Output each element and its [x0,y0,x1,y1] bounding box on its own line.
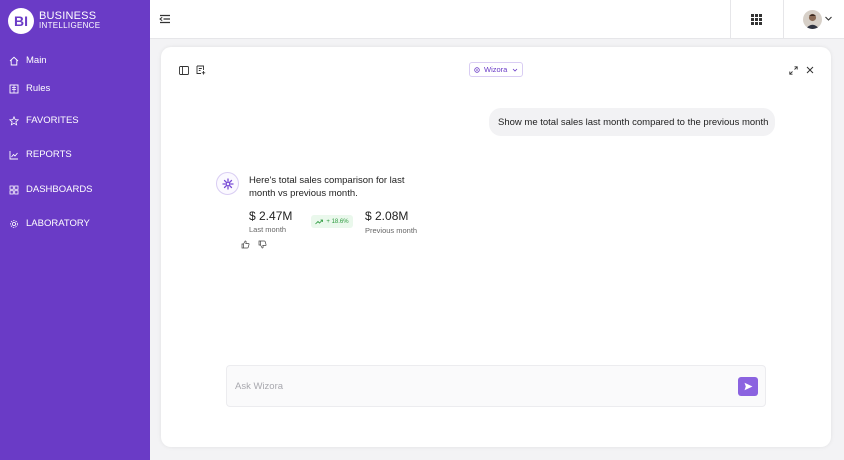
menu-collapse-icon[interactable] [159,13,171,25]
brand-name: BUSINESS [39,10,97,22]
brand-logo: BI [8,8,34,34]
assistant-avatar [216,172,239,195]
sidebar-item-label: Main [26,55,47,66]
topbar [150,0,844,39]
change-value: + 18.6% [326,218,349,225]
assistant-name: Wizora [484,65,508,74]
sidebar-item-rules[interactable]: Rules [9,83,50,94]
sidebar-item-label: LABORATORY [26,218,90,229]
metric-current-label: Last month [249,225,287,234]
sidebar-item-laboratory[interactable]: LABORATORY [9,218,90,229]
chat-input-box [226,365,766,407]
metric-current-value: $ 2.47M [249,209,293,223]
sidebar-panel-icon[interactable] [179,66,189,75]
assistant-icon [474,66,480,73]
sidebar-item-dashboards[interactable]: DASHBOARDS [9,184,93,195]
gear-icon [10,219,18,228]
sidebar-item-label: DASHBOARDS [26,184,93,195]
sidebar-item-favorites[interactable]: FAVORITES [9,115,79,126]
new-chat-icon[interactable] [196,65,206,75]
close-icon[interactable] [806,66,814,74]
grid-icon [9,185,19,194]
metric-previous-value: $ 2.08M [365,209,409,223]
brand-subtitle: INTELLIGENCE [39,21,101,30]
avatar[interactable] [803,10,822,29]
metric-previous-label: Previous month [365,226,418,235]
sidebar-item-main[interactable]: Main [9,55,47,66]
chevron-down-icon[interactable] [824,14,833,23]
rules-icon [9,84,19,93]
thumbs-down-icon[interactable] [258,240,267,249]
assistant-logo-icon [221,177,234,190]
chevron-down-icon [513,68,518,72]
divider [783,0,784,39]
chat-panel: Wizora Show me total sales last month co… [161,47,831,447]
send-icon [744,382,752,391]
sidebar-item-reports[interactable]: REPORTS [9,149,72,160]
sidebar-item-label: Rules [26,83,51,94]
apps-grid-icon[interactable] [751,14,762,25]
brand[interactable]: BI BUSINESS INTELLIGENCE [8,8,100,34]
assistant-selector[interactable]: Wizora [469,62,523,77]
user-message: Show me total sales last month compared … [489,108,775,136]
sidebar: BI BUSINESS INTELLIGENCE Main Rules FAVO… [0,0,150,460]
home-icon [9,56,19,65]
sidebar-item-label: FAVORITES [26,115,79,126]
change-badge: + 18.6% [311,215,353,228]
expand-icon[interactable] [789,66,798,75]
thumbs-up-icon[interactable] [241,240,250,249]
send-button[interactable] [738,377,758,396]
assistant-reply: Here's total sales comparison for last m… [249,175,405,199]
chat-input[interactable] [235,379,725,393]
sidebar-item-label: REPORTS [26,149,72,160]
star-icon [9,115,19,126]
chart-line-icon [9,150,18,159]
trend-up-icon [315,219,324,224]
divider [730,0,731,39]
